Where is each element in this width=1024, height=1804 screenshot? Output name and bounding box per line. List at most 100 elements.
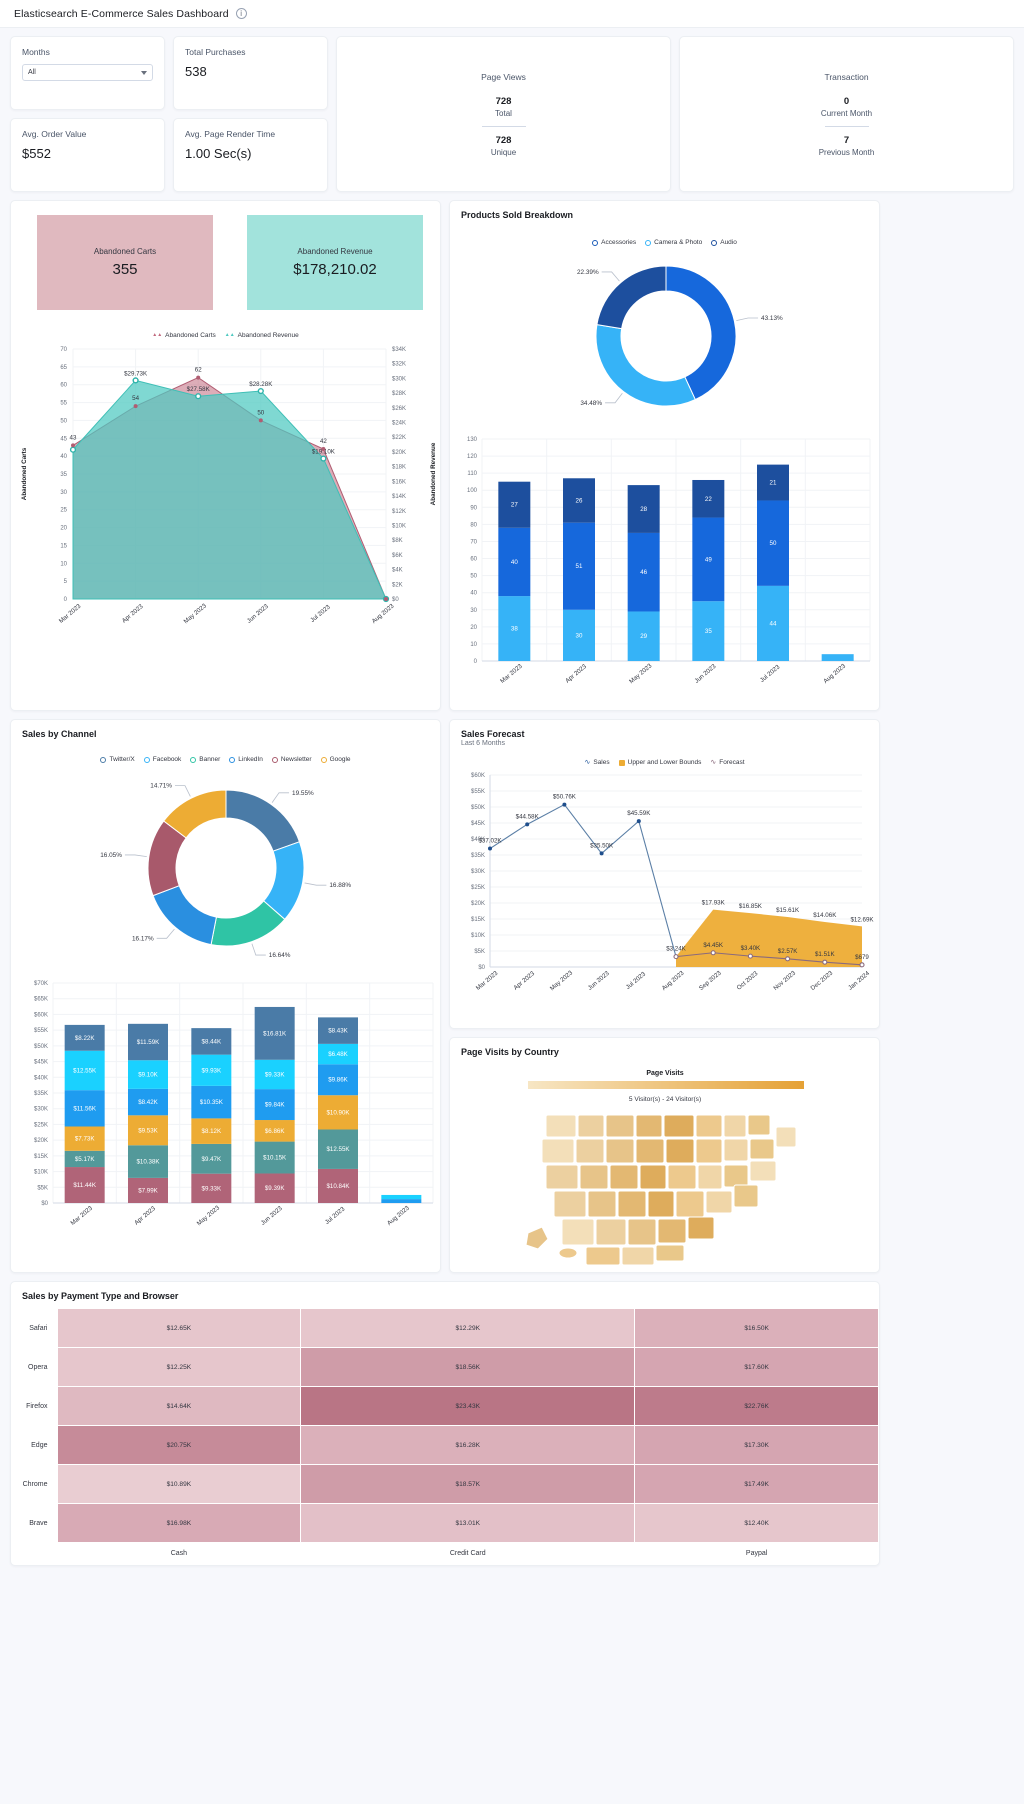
transaction-current-caption: Current Month	[820, 108, 873, 118]
avg-order-value-value: $552	[22, 146, 51, 161]
svg-text:Mar 2023: Mar 2023	[58, 602, 83, 625]
heat-cell[interactable]: $14.64K	[56, 1386, 302, 1426]
transaction-current: 0 Current Month	[821, 96, 872, 118]
heat-cell[interactable]: $12.65K	[56, 1308, 302, 1348]
svg-text:$25K: $25K	[34, 1122, 48, 1128]
svg-text:42: 42	[320, 438, 327, 445]
svg-text:44: 44	[770, 620, 777, 627]
map-region	[553, 1190, 587, 1218]
legend-square-icon	[618, 759, 625, 766]
heat-cell[interactable]: $17.60K	[634, 1347, 879, 1387]
months-label: Months	[22, 47, 50, 57]
abandoned-revenue-tile[interactable]: Abandoned Revenue $178,210.02	[247, 215, 423, 310]
heat-cell[interactable]: $18.56K	[300, 1347, 636, 1387]
legend-item[interactable]: Newsletter	[271, 756, 312, 763]
legend-item[interactable]: Facebook	[143, 756, 181, 763]
abandoned-carts-tile[interactable]: Abandoned Carts 355	[37, 215, 213, 310]
heat-cell[interactable]: $10.89K	[56, 1464, 302, 1504]
row-label: Chrome	[22, 1480, 48, 1488]
svg-text:$4K: $4K	[392, 568, 403, 574]
legend-dot-icon	[711, 239, 718, 246]
svg-text:28: 28	[640, 506, 647, 513]
svg-text:30: 30	[576, 632, 583, 639]
map-region	[749, 1160, 777, 1182]
legend-area-icon: ▲▲	[152, 332, 163, 338]
svg-text:Apr 2023: Apr 2023	[564, 663, 588, 685]
svg-text:$679: $679	[855, 954, 869, 961]
svg-text:May 2023: May 2023	[196, 1204, 222, 1227]
months-select[interactable]: All	[22, 64, 153, 81]
legend-label: Abandoned Carts	[165, 332, 216, 339]
heat-cell[interactable]: $16.98K	[56, 1503, 302, 1543]
legend-item[interactable]: Google	[320, 756, 351, 763]
right-column: Sales Forecast Last 6 Months ∿ Sales Upper…	[449, 719, 880, 1273]
forecast-legend[interactable]: ∿ Sales Upper and Lower Bounds ∿ Forecast	[450, 759, 879, 766]
svg-text:$20K: $20K	[392, 450, 406, 456]
heat-cell[interactable]: $16.28K	[300, 1425, 636, 1465]
map-region	[585, 1246, 621, 1266]
heat-cell[interactable]: $22.76K	[634, 1386, 879, 1426]
heat-cell[interactable]: $17.49K	[634, 1464, 879, 1504]
map-region	[695, 1138, 723, 1164]
chevron-down-icon	[141, 70, 147, 75]
svg-text:5 Visitor(s) - 24 Visitor(s): 5 Visitor(s) - 24 Visitor(s)	[629, 1096, 701, 1103]
products-legend[interactable]: Accessories Camera & Photo Audio	[450, 239, 879, 246]
svg-text:10: 10	[470, 642, 477, 648]
column-label: Paypal	[745, 1550, 768, 1557]
svg-text:$45K: $45K	[471, 821, 485, 827]
legend-item[interactable]: Audio	[711, 239, 737, 246]
heat-cell[interactable]: $12.40K	[634, 1503, 879, 1543]
heat-cell[interactable]: $13.01K	[300, 1503, 636, 1543]
legend-item[interactable]: ▲▲ Abandoned Carts	[152, 332, 216, 339]
legend-item[interactable]: Upper and Lower Bounds	[618, 759, 701, 766]
sales-forecast-panel: Sales Forecast Last 6 Months ∿ Sales Upper…	[449, 719, 880, 1029]
map-region	[663, 1114, 695, 1138]
legend-item[interactable]: Camera & Photo	[645, 239, 702, 246]
svg-text:16.17%: 16.17%	[132, 935, 154, 942]
svg-text:Mar 2023: Mar 2023	[69, 1204, 94, 1227]
svg-text:$32K: $32K	[392, 362, 406, 368]
map-region-hawaii	[558, 1247, 578, 1259]
map-region	[621, 1246, 655, 1266]
abandoned-chart-legend[interactable]: ▲▲ Abandoned Carts ▲▲ Abandoned Revenue	[11, 332, 440, 339]
legend-label: Google	[329, 756, 351, 763]
heat-cell[interactable]: $12.25K	[56, 1347, 302, 1387]
svg-text:$8.44K: $8.44K	[202, 1038, 222, 1045]
svg-text:$14K: $14K	[392, 494, 406, 500]
heat-cell[interactable]: $16.50K	[634, 1308, 879, 1348]
svg-text:$9.47K: $9.47K	[202, 1156, 222, 1163]
svg-text:$22K: $22K	[392, 435, 406, 441]
abandoned-panel: Abandoned Carts 355 Abandoned Revenue $1…	[10, 200, 441, 711]
svg-text:30: 30	[470, 608, 477, 614]
legend-item[interactable]: Accessories	[592, 239, 636, 246]
svg-text:$24K: $24K	[392, 421, 406, 427]
info-icon[interactable]: i	[235, 8, 247, 19]
products-donut-chart: 43.13% 34.48% 22.39%	[577, 265, 783, 407]
page-views-unique-caption: Unique	[490, 147, 517, 157]
svg-text:$8.43K: $8.43K	[328, 1028, 348, 1035]
svg-text:$16.81K: $16.81K	[263, 1030, 287, 1037]
heat-cell[interactable]: $20.75K	[56, 1425, 302, 1465]
sales-forecast-title: Sales Forecast	[461, 729, 525, 739]
legend-item[interactable]: ▲▲ Abandoned Revenue	[225, 332, 299, 339]
svg-text:$3.24K: $3.24K	[666, 946, 686, 953]
legend-label: Newsletter	[280, 756, 312, 763]
heat-cell[interactable]: $12.29K	[300, 1308, 636, 1348]
heat-cell[interactable]: $18.57K	[300, 1464, 636, 1504]
page-views-card: Page Views 728 Total 728 Unique	[336, 36, 671, 192]
channel-legend[interactable]: Twitter/X Facebook Banner LinkedIn Newslette…	[11, 756, 440, 763]
legend-item[interactable]: ∿ Sales	[584, 759, 609, 766]
footer-spacer	[11, 1543, 57, 1559]
legend-label: Forecast	[719, 759, 745, 766]
svg-text:$9.39K: $9.39K	[265, 1185, 285, 1192]
page-visits-map[interactable]: Page Visits 5 Visitor(s) - 24 Visitor(s)	[450, 1057, 881, 1267]
heat-cell[interactable]: $17.30K	[634, 1425, 879, 1465]
legend-item[interactable]: LinkedIn	[229, 756, 263, 763]
legend-item[interactable]: ∿ Forecast	[710, 759, 744, 766]
page-visits-panel: Page Visits by Country Page Visits 5 Visi…	[449, 1037, 880, 1273]
legend-item[interactable]: Banner	[190, 756, 220, 763]
legend-item[interactable]: Twitter/X	[100, 756, 135, 763]
svg-text:35: 35	[705, 628, 712, 635]
svg-text:$30K: $30K	[471, 869, 485, 875]
heat-cell[interactable]: $23.43K	[300, 1386, 636, 1426]
